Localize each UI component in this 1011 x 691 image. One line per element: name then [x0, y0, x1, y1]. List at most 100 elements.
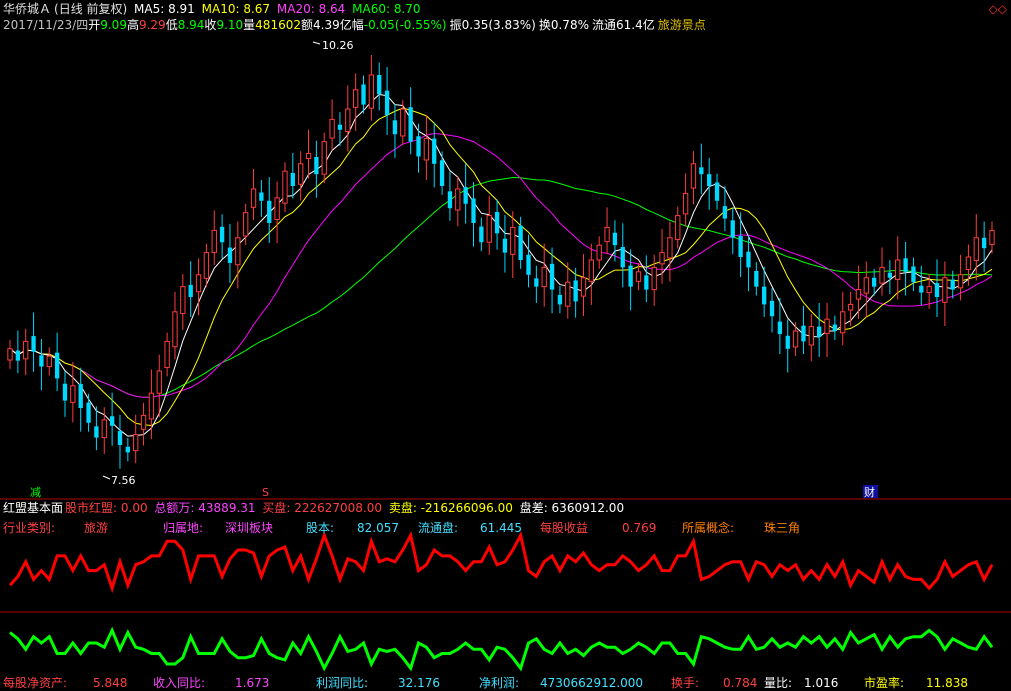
candle-body[interactable] [604, 226, 610, 243]
candle-body[interactable] [125, 446, 131, 453]
candle-body[interactable] [329, 118, 335, 139]
candle-body[interactable] [934, 283, 940, 297]
candle-body[interactable] [384, 90, 390, 115]
candle-body[interactable] [832, 324, 838, 332]
candle-body[interactable] [305, 152, 312, 159]
chart-mode[interactable]: (日线 前复权) [54, 2, 127, 16]
candle-body[interactable] [156, 370, 162, 394]
candle-body[interactable] [243, 212, 249, 237]
candle-body[interactable] [667, 237, 673, 259]
candle-body[interactable] [565, 281, 571, 307]
marker-finance[interactable]: 财 [864, 485, 875, 499]
candle-body[interactable] [345, 108, 351, 133]
candle-body[interactable] [416, 136, 421, 157]
candle-body[interactable] [423, 138, 430, 161]
candle-body[interactable] [235, 237, 241, 266]
candle-body[interactable] [298, 163, 304, 185]
candle-body[interactable] [219, 226, 225, 243]
candle-body[interactable] [368, 74, 375, 109]
candle-body[interactable] [140, 414, 147, 430]
candle-body[interactable] [541, 266, 547, 288]
candle-body[interactable] [989, 229, 995, 246]
candle-body[interactable] [777, 321, 783, 334]
candle-body[interactable] [871, 277, 877, 287]
candle-body[interactable] [981, 237, 987, 249]
candle-body[interactable] [7, 348, 13, 361]
marker-s[interactable]: S [262, 486, 269, 499]
candle-body[interactable] [950, 279, 955, 290]
candle-body[interactable] [274, 197, 280, 220]
candle-body[interactable] [895, 259, 901, 281]
candle-body[interactable] [117, 431, 123, 445]
candle-body[interactable] [408, 107, 413, 142]
candle-body[interactable] [86, 402, 91, 423]
candle-body[interactable] [148, 392, 155, 420]
candle-body[interactable] [526, 254, 531, 275]
candle-body[interactable] [78, 384, 83, 408]
candle-body[interactable] [596, 244, 602, 261]
candle-body[interactable] [863, 277, 869, 294]
candle-body[interactable] [164, 340, 170, 368]
candle-body[interactable] [801, 325, 806, 342]
candle-body[interactable] [644, 275, 649, 290]
candle-body[interactable] [455, 188, 461, 211]
candle-body[interactable] [942, 277, 948, 303]
candle-body[interactable] [785, 335, 790, 349]
candle-body[interactable] [855, 289, 862, 300]
candle-body[interactable] [463, 187, 468, 204]
candle-body[interactable] [957, 274, 964, 289]
corner-icons[interactable]: ◇◇ [989, 2, 1007, 16]
candle-body[interactable] [573, 280, 578, 302]
candle-body[interactable] [203, 252, 210, 279]
candle-body[interactable] [180, 286, 186, 315]
candle-body[interactable] [195, 274, 202, 293]
candle-body[interactable] [534, 278, 539, 287]
candle-body[interactable] [817, 326, 822, 337]
candle-body[interactable] [769, 300, 775, 317]
candle-body[interactable] [15, 350, 21, 361]
candle-body[interactable] [762, 286, 767, 305]
candle-body[interactable] [211, 229, 217, 254]
candle-body[interactable] [682, 192, 689, 215]
kline-chart[interactable]: 10.26 7.56 减 S 财 [0, 0, 1011, 691]
candle-body[interactable] [188, 284, 193, 297]
candle-body[interactable] [46, 355, 52, 368]
candle-body[interactable] [259, 192, 264, 201]
candle-body[interactable] [109, 416, 115, 426]
candle-body[interactable] [549, 263, 555, 290]
candle-body[interactable] [588, 259, 595, 282]
candle-body[interactable] [267, 200, 272, 223]
indicator-title[interactable]: 红盟基本面 [3, 501, 63, 515]
candle-body[interactable] [392, 120, 398, 135]
candle-body[interactable] [227, 247, 233, 263]
candle-body[interactable] [502, 238, 508, 253]
stock-name[interactable]: 华侨城Ａ [3, 2, 51, 16]
candle-body[interactable] [722, 206, 728, 219]
candle-body[interactable] [557, 294, 563, 305]
candle-body[interactable] [133, 434, 139, 452]
candle-body[interactable] [94, 426, 99, 438]
marker-reduce[interactable]: 减 [30, 486, 41, 499]
candle-body[interactable] [353, 89, 359, 108]
concept-tag[interactable]: 旅游景点 [658, 18, 706, 32]
candle-body[interactable] [31, 336, 36, 352]
candle-body[interactable] [377, 75, 382, 95]
candle-body[interactable] [730, 220, 735, 238]
candle-body[interactable] [70, 385, 76, 403]
candle-body[interactable] [337, 124, 343, 130]
candle-body[interactable] [620, 246, 625, 268]
candle-body[interactable] [879, 266, 885, 284]
candle-body[interactable] [808, 326, 814, 346]
candle-body[interactable] [746, 251, 751, 268]
candle-body[interactable] [439, 160, 445, 186]
candle-body[interactable] [54, 352, 60, 379]
candle-body[interactable] [510, 226, 516, 255]
candle-body[interactable] [659, 252, 665, 265]
candle-body[interactable] [847, 303, 854, 311]
candle-body[interactable] [101, 419, 107, 439]
candle-body[interactable] [840, 311, 846, 334]
candle-body[interactable] [635, 271, 642, 282]
candle-body[interactable] [824, 318, 830, 334]
candle-body[interactable] [39, 355, 44, 367]
candle-body[interactable] [965, 256, 972, 270]
